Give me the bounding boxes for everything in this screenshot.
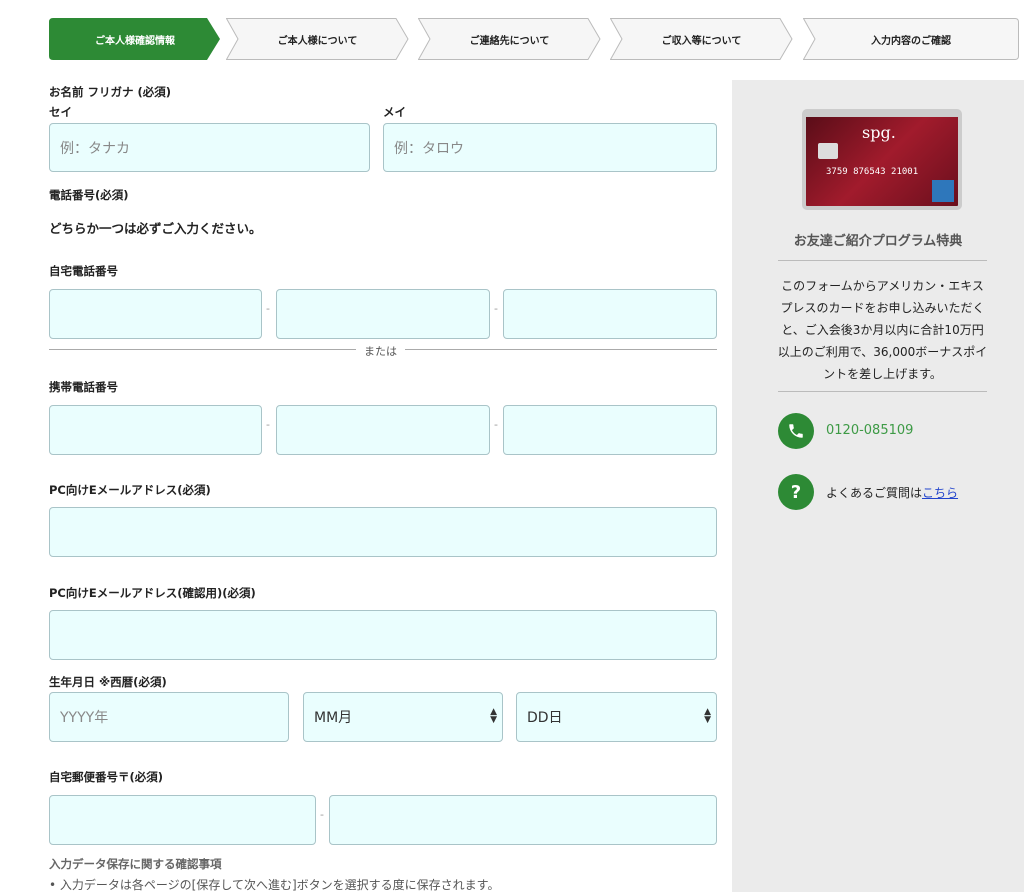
zip-label: 自宅郵便番号〒(必須)	[49, 770, 164, 784]
dash: -	[494, 302, 498, 315]
email-input[interactable]	[49, 507, 717, 557]
phone-number[interactable]: 0120-085109	[826, 423, 913, 438]
sidebar-title: お友達ご紹介プログラム特典	[793, 234, 963, 249]
mobile-phone-1[interactable]	[49, 405, 262, 455]
mobile-phone-3[interactable]	[503, 405, 717, 455]
birth-label: 生年月日 ※西暦(必須)	[49, 675, 167, 689]
step-3: ご連絡先について	[418, 18, 601, 60]
email-confirm-label: PC向けEメールアドレス(確認用)(必須)	[49, 586, 256, 600]
phone-icon	[778, 413, 814, 449]
dash: -	[266, 302, 270, 315]
divider	[778, 391, 987, 392]
question-icon: ?	[778, 474, 814, 510]
faq-text: よくあるご質問はこちら	[826, 486, 959, 500]
save-notice-title: 入力データ保存に関する確認事項	[49, 857, 222, 871]
card-image: AMERICAN EXPRESS spg. 3759 876543 21001	[802, 109, 962, 210]
birth-month-select[interactable]: MM月 ▲ ▼	[303, 692, 503, 742]
dash: -	[494, 418, 498, 431]
step-4: ご収入等について	[610, 18, 793, 60]
zip-input-2[interactable]	[329, 795, 717, 845]
sei-label: セイ	[49, 105, 72, 119]
home-phone-3[interactable]	[503, 289, 717, 339]
step-2: ご本人様について	[226, 18, 409, 60]
sidebar-body: このフォームからアメリカン・エキスプレスのカードをお申し込みいただくと、ご入会後…	[777, 279, 988, 381]
chip-icon	[818, 143, 838, 159]
mobile-phone-label: 携帯電話番号	[49, 380, 118, 394]
dash: -	[320, 808, 324, 821]
birth-day-select[interactable]: DD日 ▲ ▼	[516, 692, 717, 742]
name-label: お名前 フリガナ (必須)	[49, 85, 172, 99]
mei-input[interactable]: 例：タロウ	[383, 123, 717, 172]
email-confirm-input[interactable]	[49, 610, 717, 660]
mobile-phone-2[interactable]	[276, 405, 490, 455]
email-label: PC向けEメールアドレス(必須)	[49, 483, 211, 497]
step-5: 入力内容のご確認	[803, 18, 1019, 60]
divider	[778, 260, 987, 261]
save-notice-item: • 入力データは各ページの[保存して次へ進む]ボタンを選択する度に保存されます。	[49, 878, 500, 892]
birth-year-input[interactable]: YYYY年	[49, 692, 289, 742]
or-label: または	[356, 343, 405, 359]
phone-note: どちらか一つは必ずご入力ください。	[49, 221, 262, 236]
home-phone-label: 自宅電話番号	[49, 264, 118, 278]
mei-label: メイ	[383, 105, 406, 119]
select-arrows-icon: ▲ ▼	[704, 707, 711, 725]
sei-input[interactable]: 例：タナカ	[49, 123, 370, 172]
amex-logo	[932, 180, 954, 202]
phone-label: 電話番号(必須)	[49, 188, 129, 202]
dash: -	[266, 418, 270, 431]
home-phone-2[interactable]	[276, 289, 490, 339]
step-1-active: ご本人様確認情報	[49, 18, 221, 60]
home-phone-1[interactable]	[49, 289, 262, 339]
zip-input-1[interactable]	[49, 795, 316, 845]
sidebar: AMERICAN EXPRESS spg. 3759 876543 21001 …	[732, 80, 1024, 892]
select-arrows-icon: ▲ ▼	[490, 707, 497, 725]
faq-link[interactable]: こちら	[922, 486, 958, 500]
